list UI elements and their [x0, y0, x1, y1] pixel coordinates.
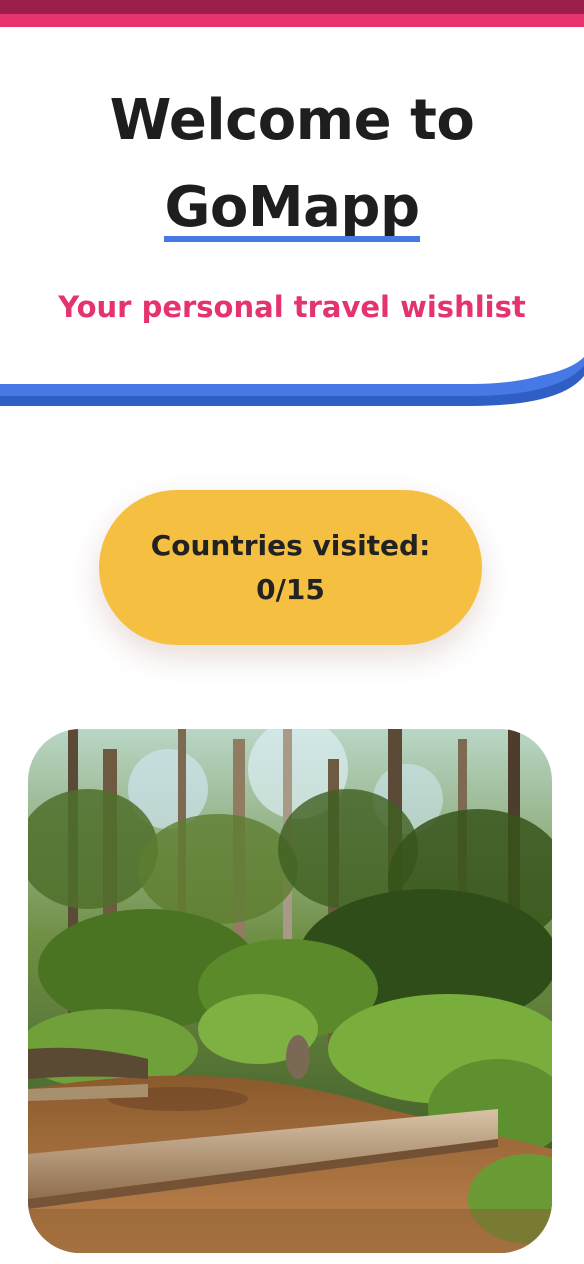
countries-visited-counter: Countries visited: 0/15	[99, 490, 482, 645]
subtitle: Your personal travel wishlist	[58, 290, 526, 324]
counter-label: Countries visited:	[150, 528, 431, 562]
forest-creek-photo	[28, 729, 552, 1253]
app-name-underline	[164, 236, 420, 242]
welcome-title: Welcome to	[109, 88, 475, 153]
app-name-wrap: GoMapp	[0, 175, 584, 242]
app-name-title: GoMapp	[164, 175, 420, 242]
home-screen: Welcome to GoMapp Your personal travel w…	[0, 0, 584, 1264]
top-stripe-pink	[0, 14, 584, 27]
counter-value: 0/15	[256, 572, 325, 606]
forest-photo-illustration	[28, 729, 552, 1253]
app-name-text: GoMapp	[164, 175, 420, 240]
top-stripe-dark	[0, 0, 584, 14]
